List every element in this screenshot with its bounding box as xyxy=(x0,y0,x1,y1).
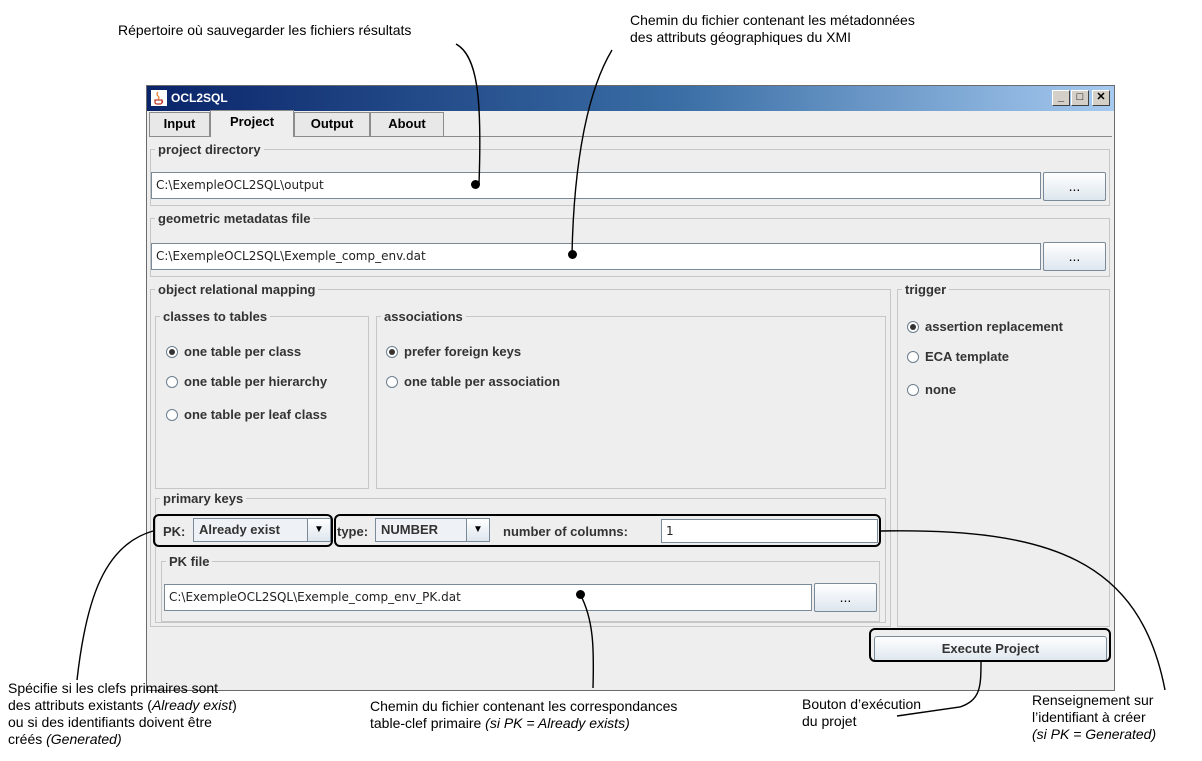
annotation-pk-line3: ou si des identifiants doivent être xyxy=(8,714,212,730)
annotation-gen-line3: (si PK = Generated) xyxy=(1032,726,1156,743)
annotation-pk-line4-a: créés xyxy=(8,731,47,747)
annotation-pk-line2-b: Already exist xyxy=(151,697,233,713)
annotation-gen-line2: l’identifiant à créer xyxy=(1032,709,1146,725)
annotation-pkfile-line2: table-clef primaire (si PK = Already exi… xyxy=(370,715,677,732)
annotation-pk-line2: des attributs existants (Already exist) xyxy=(8,697,237,714)
callout-line-pk-dropdown xyxy=(76,530,154,681)
callout-lines xyxy=(76,43,1166,717)
callout-line-project-dir xyxy=(455,43,481,185)
annotation-pk-line4: créés (Generated) xyxy=(8,731,237,748)
annotation-generated-id: Renseignement sur l’identifiant à créer … xyxy=(1032,692,1156,743)
annotation-pk-line4-b: (Generated) xyxy=(46,731,122,747)
tab-project[interactable]: Project xyxy=(210,110,294,137)
annotation-pk-line2-a: des attributs existants ( xyxy=(8,697,152,713)
annotation-gen-line3-text: (si PK = Generated) xyxy=(1032,726,1157,742)
annotation-execute: Bouton d’exécution du projet xyxy=(802,696,921,730)
annotation-exec-line1: Bouton d’exécution xyxy=(802,696,922,712)
annotation-pk-line1: Spécifie si les clefs primaires sont xyxy=(8,680,219,696)
callout-line-pk-file xyxy=(579,593,595,689)
annotation-pk-line2-c: ) xyxy=(232,697,237,713)
annotation-pk-type: Spécifie si les clefs primaires sont des… xyxy=(8,680,237,748)
callout-line-columns xyxy=(880,530,1166,691)
annotation-pkfile-line1: Chemin du fichier contenant les correspo… xyxy=(370,698,678,714)
callout-line-metadata-file xyxy=(571,49,613,255)
annotation-exec-line2: du projet xyxy=(802,713,857,729)
annotation-pkfile-line2-b: (si PK = Already exists) xyxy=(485,715,630,731)
annotation-pkfile-line2-a: table-clef primaire xyxy=(370,715,486,731)
annotation-pk-file: Chemin du fichier contenant les correspo… xyxy=(370,698,677,732)
annotation-gen-line1: Renseignement sur xyxy=(1032,692,1154,708)
